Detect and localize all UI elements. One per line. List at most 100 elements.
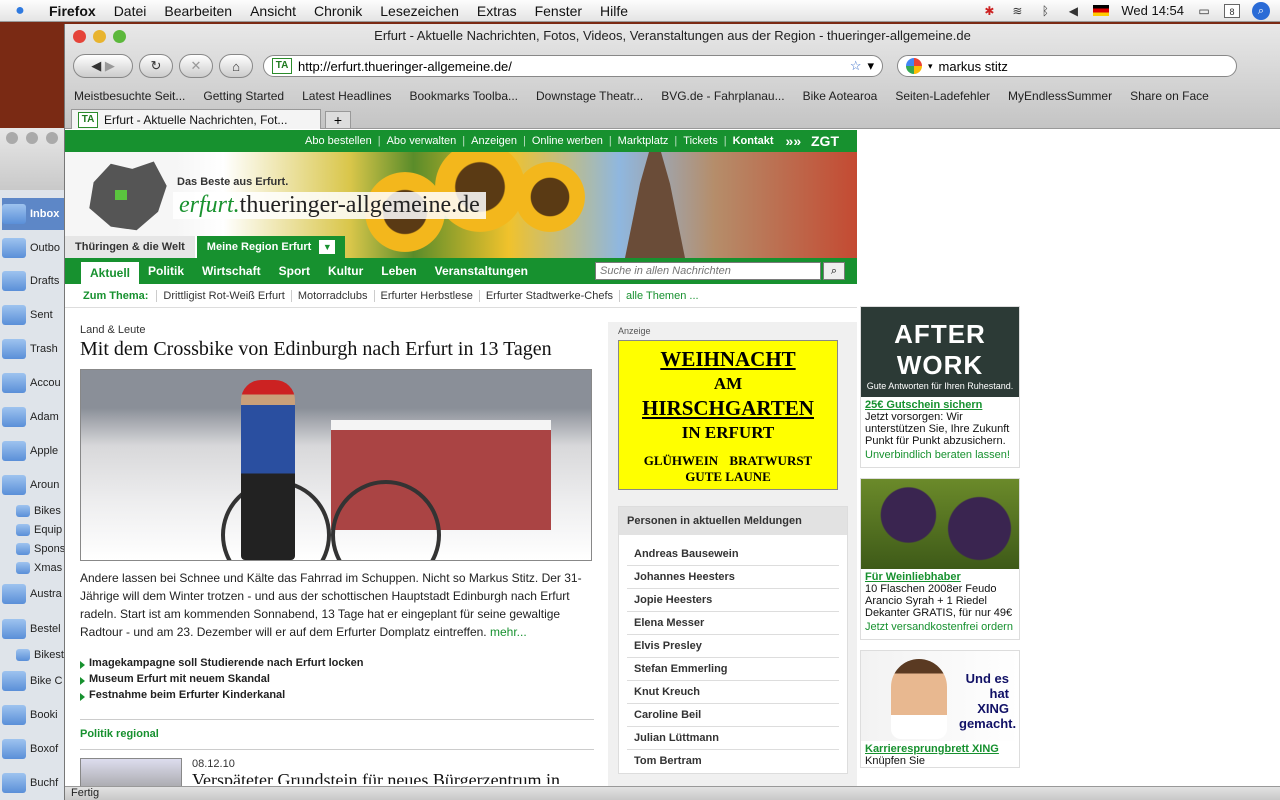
person-link[interactable]: Johannes Heesters	[627, 566, 839, 589]
mail-folder[interactable]: Booki	[2, 699, 66, 731]
url-text[interactable]: http://erfurt.thueringer-allgemeine.de/	[298, 59, 844, 74]
mail-folder[interactable]: Boxof	[2, 733, 66, 765]
topnav-link[interactable]: Abo bestellen	[299, 135, 378, 147]
article-thumbnail[interactable]	[80, 758, 182, 786]
topnav-link[interactable]: Tickets	[677, 135, 723, 147]
ad-headline[interactable]: 25€ Gutschein sichern	[865, 399, 1015, 411]
ad-link[interactable]: Jetzt versandkostenfrei ordern	[865, 621, 1015, 633]
article-photo[interactable]	[80, 369, 592, 561]
person-link[interactable]: Julian Lüttmann	[627, 727, 839, 750]
clock[interactable]: Wed 14:54	[1121, 3, 1184, 18]
forward-arrow-icon[interactable]: ▶	[105, 58, 115, 74]
bookmark-item[interactable]: BVG.de - Fahrplanau...	[652, 89, 793, 103]
menu-ansicht[interactable]: Ansicht	[241, 3, 305, 19]
mail-mailbox-inbox[interactable]: Inbox	[2, 198, 66, 230]
topic-more-link[interactable]: alle Themen ...	[619, 289, 705, 302]
person-link[interactable]: Elvis Presley	[627, 635, 839, 658]
bookmark-star-icon[interactable]: ☆	[850, 58, 862, 74]
ad-xing[interactable]: Und es hat XING gemacht. Karrieresprungb…	[860, 650, 1020, 768]
volume-icon[interactable]: ◀	[1065, 4, 1081, 18]
bookmark-item[interactable]: Downstage Theatr...	[527, 89, 652, 103]
topic-link[interactable]: Erfurter Stadtwerke-Chefs	[478, 289, 619, 302]
person-link[interactable]: Elena Messer	[627, 612, 839, 635]
menu-chronik[interactable]: Chronik	[305, 3, 371, 19]
person-link[interactable]: Andreas Bausewein	[627, 543, 839, 566]
menu-lesezeichen[interactable]: Lesezeichen	[371, 3, 468, 19]
url-dropdown-icon[interactable]: ▾	[867, 58, 874, 74]
wifi-icon[interactable]: ≋	[1009, 4, 1025, 18]
nav-wirtschaft[interactable]: Wirtschaft	[193, 258, 270, 284]
related-link[interactable]: Festnahme beim Erfurter Kinderkanal	[80, 689, 594, 705]
search-dropdown-icon[interactable]: ▾	[928, 61, 933, 72]
stop-button[interactable]: ✕	[179, 54, 213, 78]
nav-politik[interactable]: Politik	[139, 258, 193, 284]
site-search-input[interactable]	[595, 262, 821, 280]
mail-folder[interactable]: Apple	[2, 435, 66, 467]
person-link[interactable]: Knut Kreuch	[627, 681, 839, 704]
topnav-link-kontakt[interactable]: Kontakt	[727, 135, 780, 147]
ad-link[interactable]: Unverbindlich beraten lassen!	[865, 449, 1015, 461]
mail-folder[interactable]: Bike C	[2, 665, 66, 697]
chevron-down-icon[interactable]: ▼	[319, 240, 336, 254]
ad-image[interactable]: AFTER WORK Gute Antworten für Ihren Ruhe…	[861, 307, 1019, 397]
search-bar[interactable]: ▾ markus stitz	[897, 55, 1237, 77]
back-arrow-icon[interactable]: ◀	[91, 58, 101, 74]
topnav-link[interactable]: Abo verwalten	[381, 135, 463, 147]
zgt-logo[interactable]: »» ZGT	[780, 133, 851, 149]
topnav-link[interactable]: Online werben	[526, 135, 609, 147]
google-icon[interactable]	[906, 58, 922, 74]
mail-folder[interactable]: Accou	[2, 367, 66, 399]
ad-headline[interactable]: Karrieresprungbrett XING	[865, 743, 1015, 755]
bookmark-item[interactable]: Bike Aotearoa	[794, 89, 887, 103]
bookmark-item[interactable]: Share on Face	[1121, 89, 1218, 103]
mail-mailbox-trash[interactable]: Trash	[2, 333, 66, 365]
topnav-link[interactable]: Marktplatz	[612, 135, 675, 147]
menu-fenster[interactable]: Fenster	[526, 3, 591, 19]
ad-image[interactable]: Und es hat XING gemacht.	[861, 651, 1019, 741]
topic-link[interactable]: Erfurter Herbstlese	[373, 289, 479, 302]
back-forward-buttons[interactable]: ◀ ▶	[73, 54, 133, 78]
apple-menu-icon[interactable]: ●	[0, 2, 40, 20]
menu-app[interactable]: Firefox	[40, 3, 105, 19]
search-value[interactable]: markus stitz	[939, 59, 1008, 74]
topic-link[interactable]: Motorradclubs	[290, 289, 374, 302]
mail-folder[interactable]: Buchf	[2, 767, 66, 799]
article-headline[interactable]: Mit dem Crossbike von Edinburgh nach Erf…	[80, 338, 594, 361]
tab-meine-region[interactable]: Meine Region Erfurt ▼	[196, 236, 346, 258]
ad-image[interactable]	[861, 479, 1019, 569]
mail-mailbox-drafts[interactable]: Drafts	[2, 265, 66, 297]
person-link[interactable]: Caroline Beil	[627, 704, 839, 727]
mail-folder[interactable]: Aroun	[2, 469, 66, 501]
person-link[interactable]: Tom Bertram	[627, 750, 839, 773]
ad-headline[interactable]: Für Weinliebhaber	[865, 571, 1015, 583]
topnav-link[interactable]: Anzeigen	[465, 135, 523, 147]
status-icon[interactable]: ✱	[981, 4, 997, 18]
nav-veranstaltungen[interactable]: Veranstaltungen	[426, 258, 537, 284]
related-link[interactable]: Museum Erfurt mit neuem Skandal	[80, 673, 594, 689]
nav-kultur[interactable]: Kultur	[319, 258, 372, 284]
ad-wine[interactable]: Für Weinliebhaber 10 Flaschen 2008er Feu…	[860, 478, 1020, 640]
nav-leben[interactable]: Leben	[372, 258, 425, 284]
reload-button[interactable]: ↻	[139, 54, 173, 78]
tab-erfurt[interactable]: TA Erfurt - Aktuelle Nachrichten, Fot...	[71, 109, 321, 129]
spotlight-icon[interactable]: ⌕	[1252, 1, 1270, 20]
bookmark-item[interactable]: Getting Started	[194, 89, 293, 103]
section-heading[interactable]: Politik regional	[80, 719, 594, 740]
site-logo[interactable]: erfurt.thueringer-allgemeine.de	[173, 192, 486, 219]
read-more-link[interactable]: mehr...	[490, 625, 527, 639]
related-link[interactable]: Imagekampagne soll Studierende nach Erfu…	[80, 657, 594, 673]
menu-extras[interactable]: Extras	[468, 3, 526, 19]
weihnacht-ad[interactable]: WEIHNACHT AM HIRSCHGARTEN IN ERFURT GLÜH…	[618, 340, 838, 490]
tab-thueringen-welt[interactable]: Thüringen & die Welt	[65, 236, 195, 258]
article-headline[interactable]: Verspäteter Grundstein für neues Bürgerz…	[192, 770, 560, 784]
german-flag-icon[interactable]	[1093, 5, 1110, 16]
menu-datei[interactable]: Datei	[105, 3, 156, 19]
bookmark-item[interactable]: MyEndlessSummer	[999, 89, 1121, 103]
nav-aktuell[interactable]: Aktuell	[81, 262, 140, 284]
bookmark-item[interactable]: Bookmarks Toolba...	[401, 89, 528, 103]
mail-folder[interactable]: Bestel	[2, 613, 66, 645]
topic-link[interactable]: Drittligist Rot-Weiß Erfurt	[156, 289, 290, 302]
menu-bearbeiten[interactable]: Bearbeiten	[155, 3, 241, 19]
battery-icon[interactable]: ▭	[1196, 4, 1212, 18]
nav-sport[interactable]: Sport	[270, 258, 319, 284]
